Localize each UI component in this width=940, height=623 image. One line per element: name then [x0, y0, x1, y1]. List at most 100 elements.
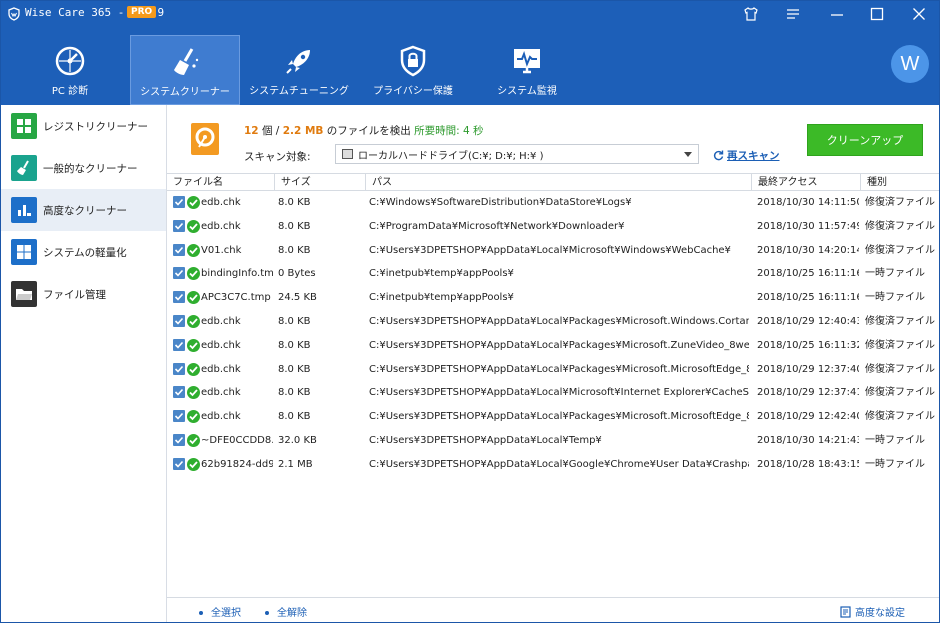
advanced-settings-link[interactable]: 高度な設定: [840, 604, 905, 619]
bullet-icon: [265, 611, 269, 615]
column-header-type[interactable]: 種別: [861, 174, 939, 191]
cell-last-access: 2018/10/29 12:37:40: [757, 363, 859, 375]
close-button[interactable]: [901, 1, 937, 27]
cell-last-access: 2018/10/25 16:11:32: [757, 339, 859, 351]
select-all-label: 全選択: [211, 608, 241, 619]
table-row[interactable]: edb.chk 8.0 KB C:¥Users¥3DPETSHOP¥AppData¥…: [167, 405, 939, 429]
brush-icon: [11, 155, 37, 181]
time-value: 4 秒: [463, 125, 484, 137]
tab-privacy-protection[interactable]: プライバシー保護: [358, 35, 468, 105]
tab-label: プライバシー保護: [373, 86, 453, 97]
cell-last-access: 2018/10/30 14:21:43: [757, 434, 859, 446]
results-table: ファイル名 サイズ パス 最終アクセス 種別 edb.chk 8.0 KB C:¥W…: [167, 173, 939, 477]
sidebar-item-advanced-cleaner[interactable]: 高度なクリーナー: [1, 189, 166, 231]
row-checkbox[interactable]: [173, 314, 185, 327]
scan-target-select[interactable]: ローカルハードドライブ(C:¥; D:¥; H:¥ ): [335, 144, 699, 164]
sidebar-item-common-cleaner[interactable]: 一般的なクリーナー: [1, 147, 166, 189]
tab-system-cleaner[interactable]: システムクリーナー: [130, 35, 240, 105]
row-checkbox[interactable]: [173, 433, 185, 446]
row-checkbox[interactable]: [173, 219, 185, 232]
cell-path: C:¥Users¥3DPETSHOP¥AppData¥Local¥Microso…: [369, 244, 731, 256]
table-row[interactable]: edb.chk 8.0 KB C:¥Windows¥SoftwareDistribu…: [167, 191, 939, 215]
select-all-link[interactable]: 全選択: [199, 604, 241, 619]
cell-type: 一時ファイル: [865, 434, 925, 446]
ok-status-icon: [187, 457, 200, 471]
tab-label: システムチューニング: [249, 86, 349, 97]
settings-doc-icon: [840, 605, 851, 618]
cell-path: C:¥inetpub¥temp¥appPools¥: [369, 268, 514, 280]
deselect-all-link[interactable]: 全解除: [265, 604, 307, 619]
cell-size: 8.0 KB: [278, 315, 311, 327]
skin-button[interactable]: [733, 1, 769, 27]
row-checkbox[interactable]: [173, 457, 185, 470]
cell-file-name: edb.chk: [201, 197, 241, 208]
checkmark-icon: [174, 413, 184, 420]
cell-path: C:¥Users¥3DPETSHOP¥AppData¥Local¥Package…: [369, 339, 749, 351]
minimize-button[interactable]: [819, 1, 855, 27]
row-checkbox[interactable]: [173, 291, 185, 304]
row-checkbox[interactable]: [173, 386, 185, 399]
column-header-name[interactable]: ファイル名: [167, 174, 275, 191]
checkmark-icon: [174, 246, 184, 254]
top-bar: Wise Care 365 - 5.1.9 PRO PC 診断 システムクリーナ…: [1, 1, 939, 105]
tab-pc-diagnosis[interactable]: PC 診断: [15, 35, 125, 105]
advanced-settings-label: 高度な設定: [855, 608, 905, 619]
close-icon: [913, 8, 925, 20]
minimize-icon: [831, 14, 843, 16]
menu-icon: [787, 9, 799, 19]
cell-type: 修復済ファイル: [865, 315, 935, 327]
table-row[interactable]: APC3C7C.tmp 24.5 KB C:¥inetpub¥temp¥appPoo…: [167, 286, 939, 310]
title-bar: Wise Care 365 - 5.1.9 PRO: [1, 1, 939, 27]
column-header-path[interactable]: パス: [366, 174, 752, 191]
cell-file-name: ~DFE0CCDD8...: [201, 434, 273, 446]
sidebar-item-registry-cleaner[interactable]: レジストリクリーナー: [1, 105, 166, 147]
row-checkbox[interactable]: [173, 267, 185, 280]
checkmark-icon: [174, 198, 184, 206]
table-row[interactable]: 62b91824-dd9... 2.1 MB C:¥Users¥3DPETSHOP¥…: [167, 453, 939, 477]
rocket-icon: [286, 50, 310, 74]
rescan-link[interactable]: 再スキャン: [713, 148, 780, 163]
table-row[interactable]: ~DFE0CCDD8... 32.0 KB C:¥Users¥3DPETSHOP¥A…: [167, 429, 939, 453]
cell-size: 8.0 KB: [278, 339, 311, 351]
cell-size: 8.0 KB: [278, 220, 311, 232]
sidebar-item-system-slimming[interactable]: システムの軽量化: [1, 231, 166, 273]
account-avatar[interactable]: W: [891, 45, 929, 83]
table-row[interactable]: edb.chk 8.0 KB C:¥ProgramData¥Microsoft¥Ne…: [167, 215, 939, 239]
row-checkbox[interactable]: [173, 338, 185, 351]
column-header-access[interactable]: 最終アクセス: [752, 174, 861, 191]
cell-file-name: bindingInfo.tmp: [201, 268, 273, 280]
table-row[interactable]: edb.chk 8.0 KB C:¥Users¥3DPETSHOP¥AppData¥…: [167, 358, 939, 382]
hard-drive-icon: [191, 123, 219, 155]
table-row[interactable]: V01.chk 8.0 KB C:¥Users¥3DPETSHOP¥AppData¥…: [167, 239, 939, 263]
table-row[interactable]: edb.chk 8.0 KB C:¥Users¥3DPETSHOP¥AppData¥…: [167, 334, 939, 358]
table-row[interactable]: edb.chk 8.0 KB C:¥Users¥3DPETSHOP¥AppData¥…: [167, 310, 939, 334]
cleanup-button[interactable]: クリーンアップ: [807, 124, 923, 156]
tab-system-tuning[interactable]: システムチューニング: [244, 35, 354, 105]
bars-icon: [11, 197, 37, 223]
scan-summary: 12 個 / 2.2 MB のファイルを検出 所要時間: 4 秒: [244, 123, 484, 138]
row-checkbox[interactable]: [173, 243, 185, 256]
checkmark-icon: [174, 270, 184, 278]
windows-icon: [11, 239, 37, 265]
row-checkbox[interactable]: [173, 196, 185, 208]
chevron-down-icon: [684, 152, 692, 157]
table-row[interactable]: edb.chk 8.0 KB C:¥Users¥3DPETSHOP¥AppData¥…: [167, 381, 939, 405]
found-text: のファイルを検出: [326, 125, 411, 137]
tab-system-monitor[interactable]: システム監視: [472, 35, 582, 105]
row-checkbox[interactable]: [173, 410, 185, 423]
drive-icon: [342, 149, 353, 159]
row-checkbox[interactable]: [173, 362, 185, 375]
scan-target-label: スキャン対象:: [244, 151, 311, 163]
column-header-size[interactable]: サイズ: [275, 174, 366, 191]
menu-button[interactable]: [775, 1, 811, 27]
cell-type: 修復済ファイル: [865, 339, 935, 351]
lock-shield-icon: [400, 45, 426, 77]
checkmark-icon: [174, 365, 184, 373]
file-count: 12: [244, 125, 259, 137]
cell-file-name: edb.chk: [201, 363, 241, 375]
ok-status-icon: [187, 314, 200, 328]
table-row[interactable]: bindingInfo.tmp 0 Bytes C:¥inetpub¥temp¥ap…: [167, 262, 939, 286]
cell-file-name: edb.chk: [201, 387, 241, 399]
sidebar-item-file-manager[interactable]: ファイル管理: [1, 273, 166, 315]
maximize-button[interactable]: [859, 1, 895, 27]
